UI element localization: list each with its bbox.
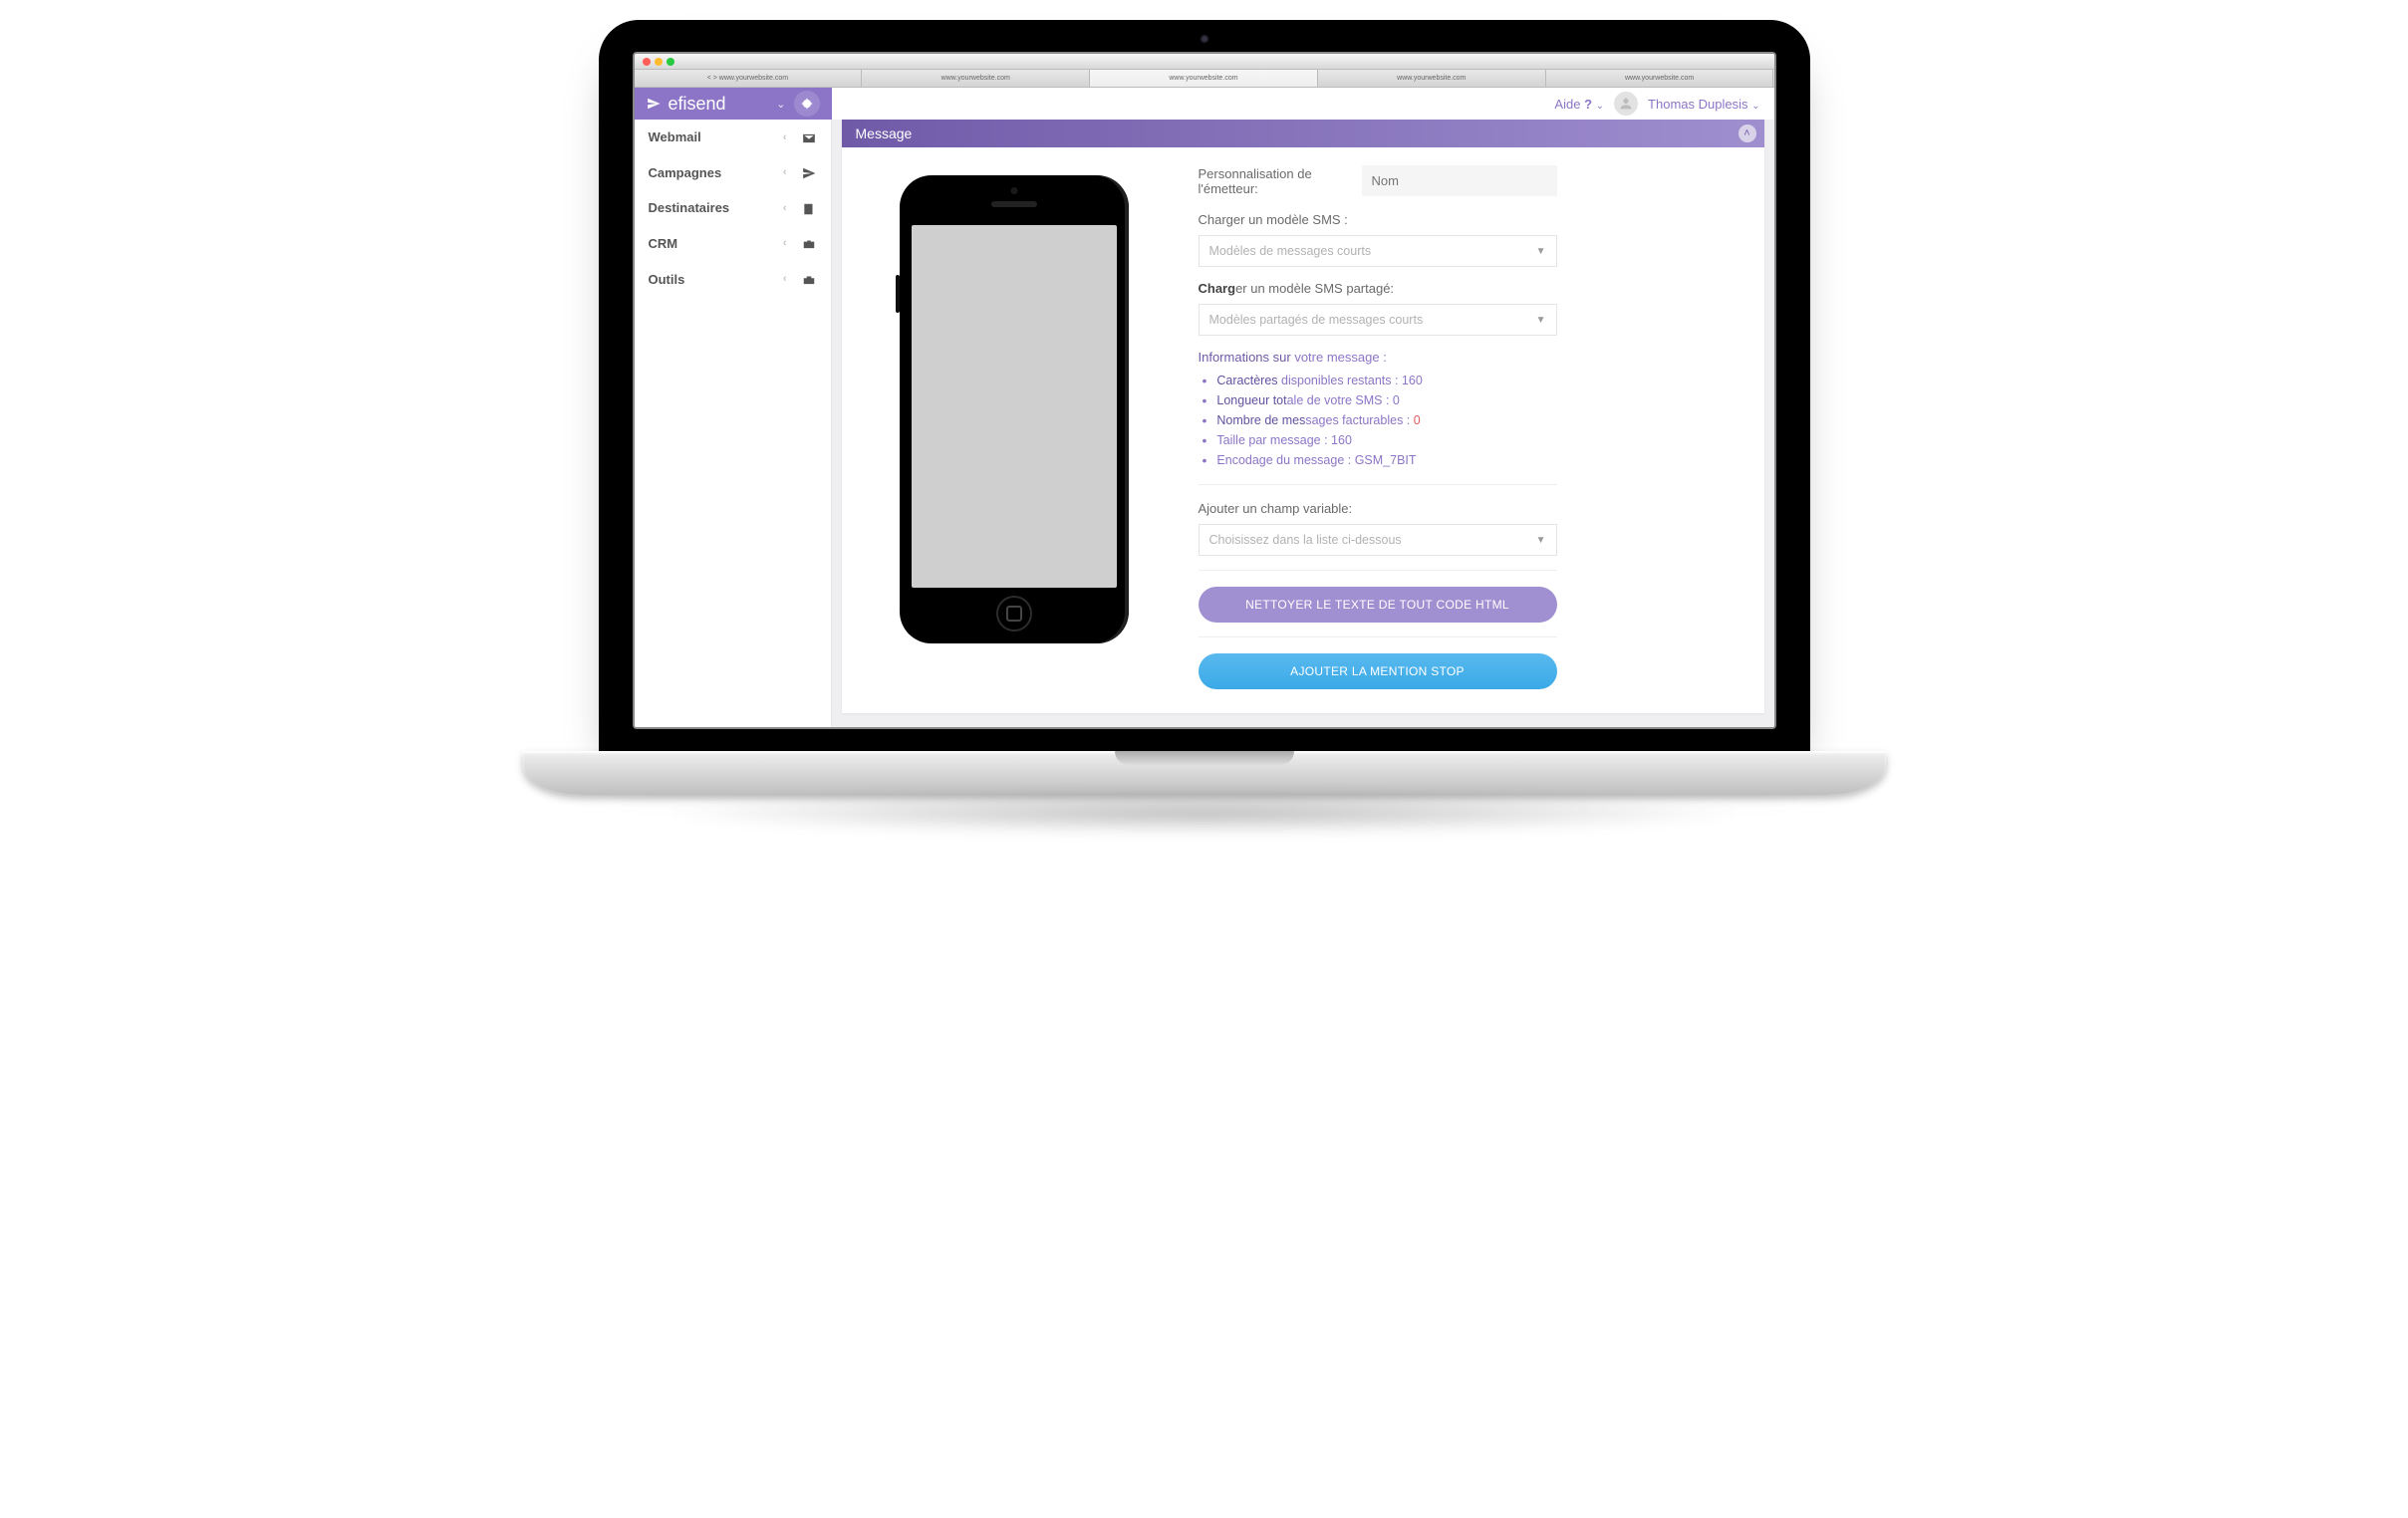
clean-html-button[interactable]: NETTOYER LE TEXTE DE TOUT CODE HTML bbox=[1199, 587, 1557, 623]
contacts-icon bbox=[801, 200, 817, 216]
caret-down-icon: ▼ bbox=[1536, 535, 1546, 546]
toolbox-icon bbox=[801, 271, 817, 287]
settings-button[interactable] bbox=[794, 91, 820, 117]
panel-title: Message bbox=[856, 126, 913, 141]
topbar-right: Aide ? ⌄ Thomas Duplesis ⌄ bbox=[832, 88, 1774, 120]
variable-field-select[interactable]: Choisissez dans la liste ci-dessous ▼ bbox=[1199, 524, 1557, 556]
sidebar: Webmail ‹ Campagnes ‹ bbox=[635, 120, 832, 727]
webcam-icon bbox=[1200, 34, 1209, 44]
info-encoding: Encodage du message : GSM_7BIT bbox=[1203, 450, 1557, 470]
brand-name: efisend bbox=[669, 94, 726, 115]
question-icon: ? bbox=[1584, 97, 1592, 112]
load-shared-label: Charger un modèle SMS partagé: bbox=[1199, 281, 1557, 296]
caret-down-icon: ▼ bbox=[1536, 246, 1546, 257]
app: efisend ⌄ Aide ? ⌄ bbox=[635, 88, 1774, 727]
form-column: Personnalisation de l'émetteur: Charger … bbox=[1199, 165, 1557, 689]
sidebar-item-label: Campagnes bbox=[649, 165, 722, 180]
separator bbox=[1199, 570, 1557, 571]
sidebar-item-campagnes[interactable]: Campagnes ‹ bbox=[635, 155, 831, 191]
sidebar-item-label: Outils bbox=[649, 272, 685, 287]
sidebar-item-label: Webmail bbox=[649, 129, 701, 144]
browser-tab[interactable]: www.yourwebsite.com bbox=[1546, 70, 1774, 87]
browser-tab[interactable]: www.yourwebsite.com bbox=[1090, 70, 1318, 87]
browser-tab[interactable]: www.yourwebsite.com bbox=[1318, 70, 1546, 87]
sender-row: Personnalisation de l'émetteur: bbox=[1199, 165, 1557, 196]
panel-body: Personnalisation de l'émetteur: Charger … bbox=[842, 147, 1764, 713]
separator bbox=[1199, 484, 1557, 485]
chevron-down-icon[interactable]: ⌄ bbox=[776, 98, 785, 111]
paper-plane-icon bbox=[801, 165, 817, 181]
close-window-icon[interactable] bbox=[643, 58, 651, 66]
sender-input[interactable] bbox=[1362, 165, 1557, 196]
chevron-left-icon: ‹ bbox=[783, 131, 787, 143]
load-model-label: Charger un modèle SMS : bbox=[1199, 212, 1557, 227]
sidebar-item-webmail[interactable]: Webmail ‹ bbox=[635, 120, 831, 155]
laptop-mockup: < > www.yourwebsite.com www.yourwebsite.… bbox=[519, 20, 1890, 835]
minimize-window-icon[interactable] bbox=[655, 58, 663, 66]
chevron-left-icon: ‹ bbox=[783, 237, 787, 249]
chevron-down-icon: ⌄ bbox=[1751, 101, 1759, 112]
info-size: Taille par message : 160 bbox=[1203, 430, 1557, 450]
browser-titlebar bbox=[635, 54, 1774, 70]
load-shared-label-text: er un modèle SMS partagé: bbox=[1235, 281, 1394, 296]
add-stop-button[interactable]: AJOUTER LA MENTION STOP bbox=[1199, 653, 1557, 689]
help-link[interactable]: Aide ? ⌄ bbox=[1554, 97, 1604, 112]
laptop-base bbox=[523, 751, 1886, 795]
phone-camera-icon bbox=[1010, 187, 1017, 194]
info-length: Longueur totale de votre SMS : 0 bbox=[1203, 390, 1557, 410]
main: Message ˄ bbox=[832, 120, 1774, 727]
sidebar-item-label: Destinataires bbox=[649, 200, 730, 215]
phone-screen bbox=[912, 225, 1117, 588]
phone-frame bbox=[900, 175, 1129, 643]
message-panel: Message ˄ bbox=[842, 120, 1764, 713]
panel-header: Message ˄ bbox=[842, 120, 1764, 147]
sidebar-item-label: CRM bbox=[649, 236, 678, 251]
zoom-window-icon[interactable] bbox=[667, 58, 674, 66]
sidebar-item-destinataires[interactable]: Destinataires ‹ bbox=[635, 190, 831, 226]
select-placeholder: Modèles de messages courts bbox=[1209, 244, 1372, 258]
screen: < > www.yourwebsite.com www.yourwebsite.… bbox=[633, 52, 1776, 729]
caret-down-icon: ▼ bbox=[1536, 315, 1546, 326]
chevron-left-icon: ‹ bbox=[783, 273, 787, 285]
laptop-notch bbox=[1115, 751, 1294, 765]
chevron-left-icon: ‹ bbox=[783, 166, 787, 178]
model-select[interactable]: Modèles de messages courts ▼ bbox=[1199, 235, 1557, 267]
info-chars: Caractères disponibles restants : 160 bbox=[1203, 371, 1557, 390]
select-placeholder: Modèles partagés de messages courts bbox=[1209, 313, 1424, 327]
browser-tabs: < > www.yourwebsite.com www.yourwebsite.… bbox=[635, 70, 1774, 88]
sender-label: Personnalisation de l'émetteur: bbox=[1199, 166, 1348, 196]
info-title: Informations sur votre message : bbox=[1199, 350, 1557, 365]
app-body: Webmail ‹ Campagnes ‹ bbox=[635, 120, 1774, 727]
paper-plane-icon bbox=[647, 97, 661, 111]
collapse-button[interactable]: ˄ bbox=[1739, 125, 1756, 142]
user-menu[interactable]: Thomas Duplesis ⌄ bbox=[1648, 97, 1759, 112]
phone-home-button-icon bbox=[996, 596, 1032, 632]
chevron-down-icon: ⌄ bbox=[1596, 101, 1604, 112]
briefcase-icon bbox=[801, 236, 817, 252]
chevron-left-icon: ‹ bbox=[783, 202, 787, 214]
shared-model-select[interactable]: Modèles partagés de messages courts ▼ bbox=[1199, 304, 1557, 336]
avatar[interactable] bbox=[1614, 92, 1638, 116]
chevron-up-icon: ˄ bbox=[1743, 127, 1749, 139]
sidebar-item-crm[interactable]: CRM ‹ bbox=[635, 226, 831, 262]
phone-preview bbox=[860, 165, 1169, 689]
envelope-icon bbox=[801, 129, 817, 145]
variable-field-label: Ajouter un champ variable: bbox=[1199, 501, 1557, 516]
separator bbox=[1199, 636, 1557, 637]
app-topbar: efisend ⌄ Aide ? ⌄ bbox=[635, 88, 1774, 120]
info-billable: Nombre de messages facturables : 0 bbox=[1203, 410, 1557, 430]
info-list: Caractères disponibles restants : 160 Lo… bbox=[1199, 371, 1557, 470]
phone-speaker-icon bbox=[991, 201, 1037, 207]
target-icon bbox=[800, 97, 814, 111]
laptop-bezel: < > www.yourwebsite.com www.yourwebsite.… bbox=[599, 20, 1810, 751]
user-icon bbox=[1618, 96, 1634, 112]
sidebar-item-outils[interactable]: Outils ‹ bbox=[635, 261, 831, 297]
laptop-shadow bbox=[656, 791, 1752, 835]
browser-tab[interactable]: www.yourwebsite.com bbox=[862, 70, 1090, 87]
select-placeholder: Choisissez dans la liste ci-dessous bbox=[1209, 533, 1402, 547]
browser-tab[interactable]: < > www.yourwebsite.com bbox=[635, 70, 863, 87]
brand[interactable]: efisend ⌄ bbox=[635, 88, 832, 120]
